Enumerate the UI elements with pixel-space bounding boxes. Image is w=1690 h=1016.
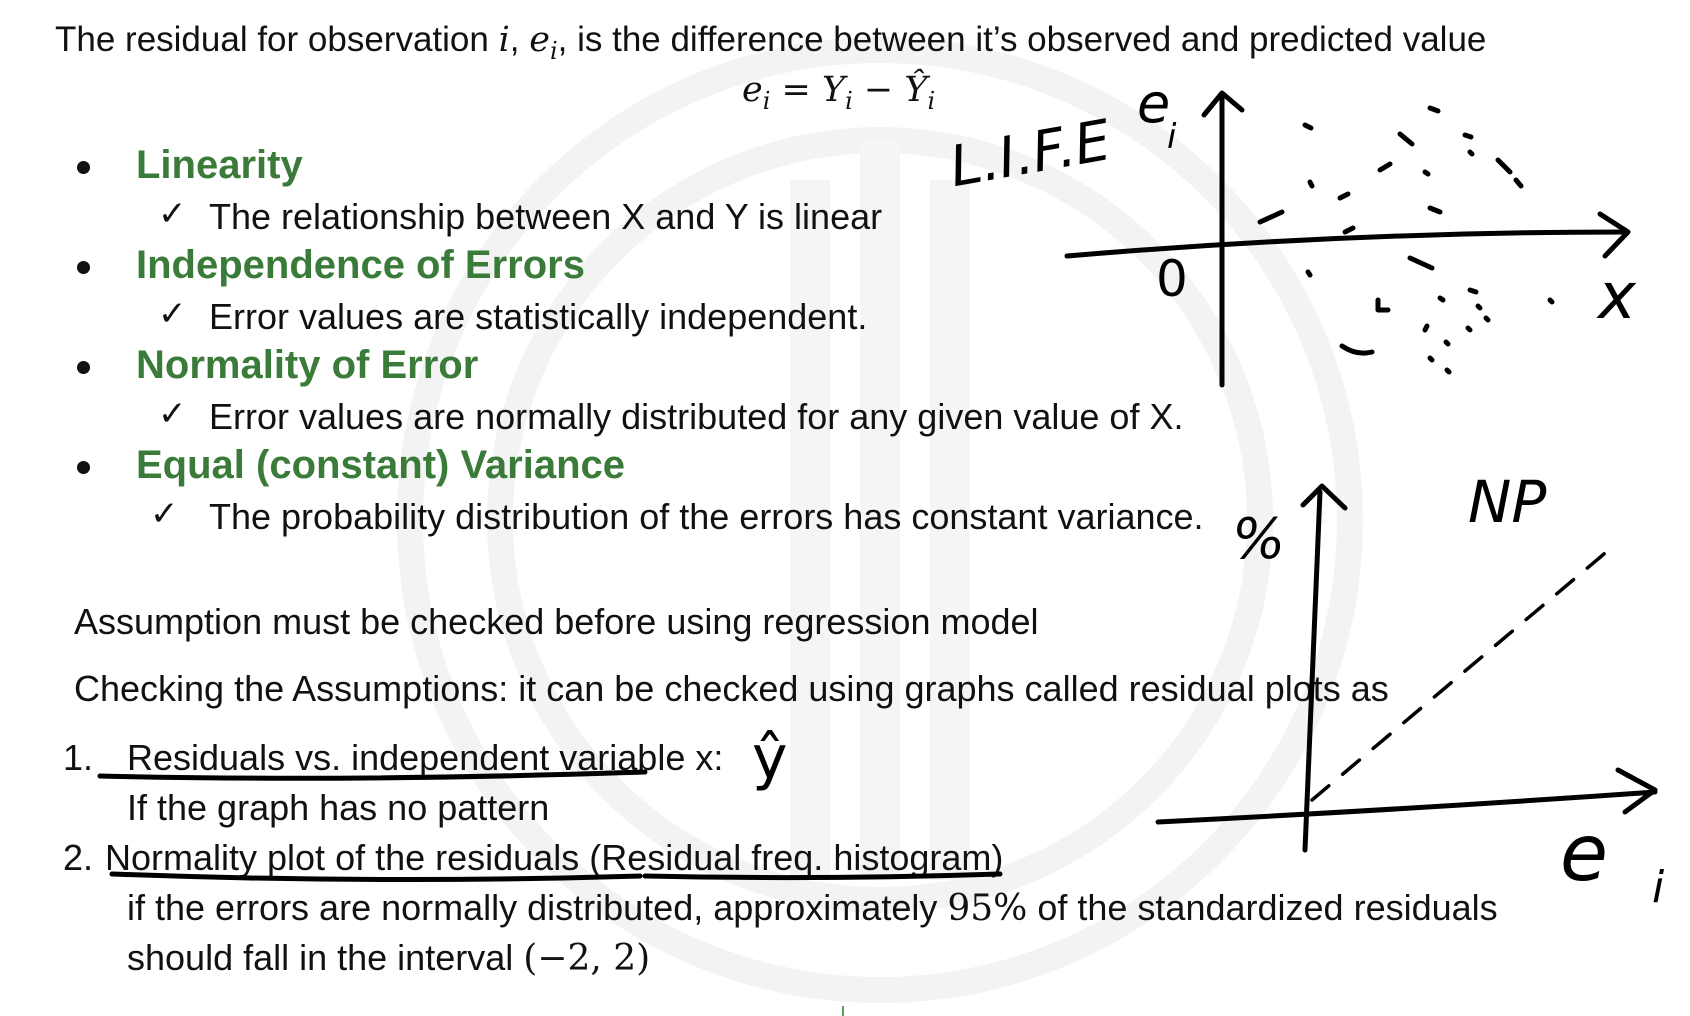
x-axis-stroke (1155, 789, 1658, 825)
life-label: L.I.F.E (945, 108, 1116, 200)
check-icon: ✓ (150, 494, 179, 534)
assumption-detail: Error values are statistically independe… (209, 296, 868, 337)
x-axis-arrow (1597, 211, 1631, 259)
footer-divider (842, 1006, 844, 1016)
item-number: 2. (63, 837, 94, 878)
item-detail: should fall in the interval (−2, 2) (127, 937, 651, 979)
x-axis-arrow (1615, 767, 1658, 815)
check-icon: ✓ (158, 294, 187, 334)
bullet (77, 161, 90, 174)
assumption-detail: The relationship between X and Y is line… (209, 196, 883, 237)
residual-plots-intro: Checking the Assumptions: it can be chec… (74, 668, 1389, 709)
percent-label: % (1232, 507, 1285, 572)
item-detail: If the graph has no pattern (127, 787, 550, 828)
residual-definition: The residual for observation i, ei, is t… (55, 20, 1487, 65)
x-axis-label: x (1596, 260, 1637, 334)
origin-label: 0 (1156, 250, 1188, 308)
item-title: Residuals vs. independent variable x: (127, 737, 724, 778)
lecture-slide: The residual for observation i, ei, is t… (0, 0, 1690, 1016)
item-title: Normality plot of the residuals (Residua… (105, 837, 1004, 878)
y-axis-arrow (1201, 90, 1245, 118)
item-detail: if the errors are normally distributed, … (127, 887, 1498, 929)
ei-bottom-subscript: i (1652, 862, 1665, 913)
ei-bottom-label: e (1560, 809, 1608, 899)
ei-top-label: e (1137, 72, 1170, 135)
bullet (77, 261, 90, 274)
y-axis-arrow (1300, 483, 1348, 511)
bullet (77, 361, 90, 374)
check-icon: ✓ (158, 194, 187, 234)
x-axis-stroke (1064, 229, 1628, 259)
assumption-detail: Error values are normally distributed fo… (209, 396, 1184, 437)
assumption-check-note: Assumption must be checked before using … (74, 601, 1039, 642)
assumption-detail: The probability distribution of the erro… (209, 496, 1204, 537)
np-label: NP (1468, 468, 1546, 536)
yhat-mark: ŷ (752, 723, 788, 793)
item-number: 1. (63, 737, 94, 778)
bullet (77, 461, 90, 474)
assumption-title: Independence of Errors (136, 243, 585, 287)
assumption-title: Equal (constant) Variance (136, 443, 626, 487)
check-icon: ✓ (158, 394, 187, 434)
ei-top-subscript: i (1167, 117, 1177, 157)
assumption-title: Normality of Error (136, 343, 479, 387)
assumption-title: Linearity (136, 143, 303, 187)
residual-formula: ei = Yi − Ŷi (742, 70, 936, 115)
